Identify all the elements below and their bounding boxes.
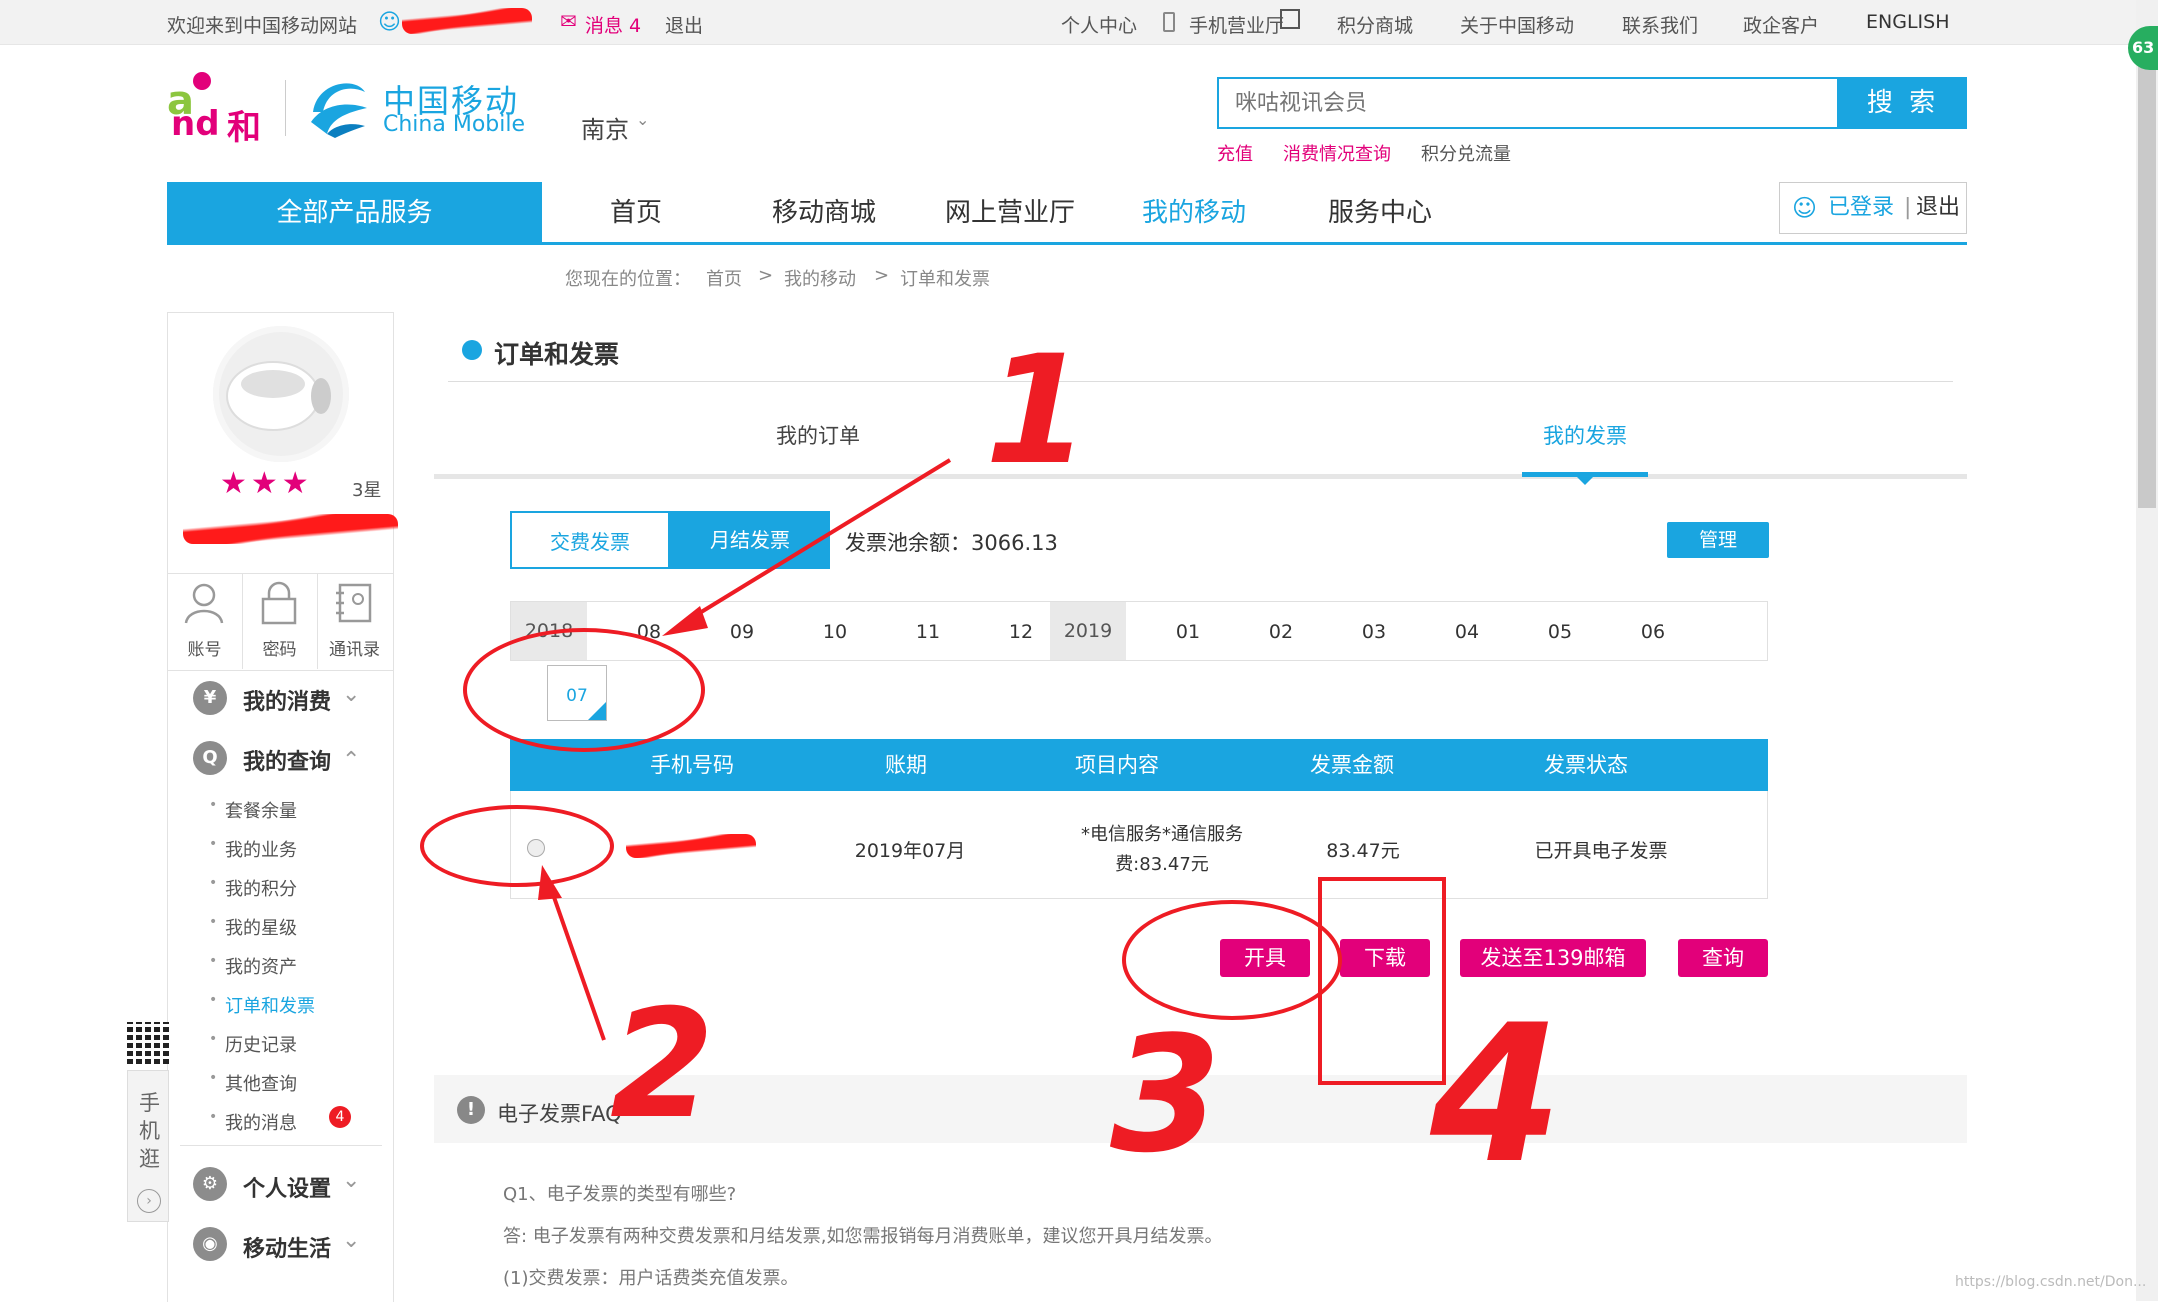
annotation-number-1: 1: [985, 324, 1090, 498]
annotation-number-2: 2: [610, 978, 715, 1152]
annotation-number-4: 4: [1430, 984, 1563, 1205]
scrollbar-thumb[interactable]: [2138, 58, 2156, 508]
annotation-arrows: [538, 458, 952, 1041]
watermark-text: https://blog.csdn.net/Don...: [1955, 1274, 2147, 1290]
annotation-number-3: 3: [1110, 1001, 1222, 1188]
